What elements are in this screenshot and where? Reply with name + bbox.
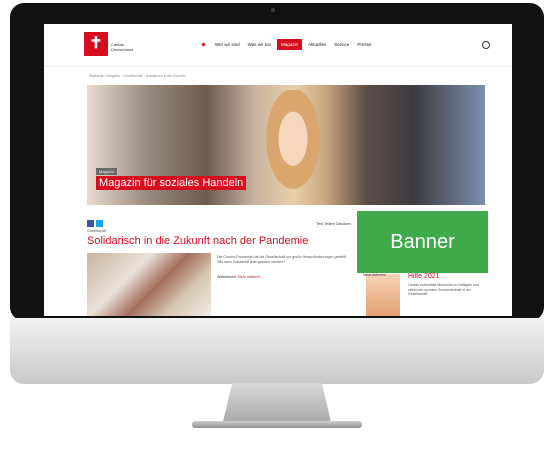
main-navigation: Wer wir sind Was wir tun Magazin Aktuell… (201, 39, 373, 50)
camera-icon (271, 8, 275, 12)
logo-line-2: Deutschland (111, 47, 134, 52)
nav-item-was-wir-tun[interactable]: Was wir tun (246, 40, 273, 49)
article-category: Gesellschaft (87, 229, 107, 233)
sidebar-label: Neue Aktionen (363, 273, 386, 277)
nav-item-aktuelles[interactable]: Aktuelles (306, 40, 328, 49)
twitter-icon[interactable] (96, 220, 103, 227)
nav-item-service[interactable]: Service (332, 40, 351, 49)
article-link-label[interactable]: Mehr erfahren (238, 275, 261, 279)
banner[interactable]: Banner (357, 211, 488, 273)
site-header: ✝ Caritas Deutschland Wer wir sind Was w… (44, 24, 512, 67)
article-image[interactable] (87, 253, 211, 316)
article-toolbar[interactable]: Text Teilen Drucken (316, 221, 351, 226)
hero-person-image (257, 90, 329, 205)
article-read-more-link[interactable]: Weiterlesen: Mehr erfahren (217, 275, 261, 279)
facebook-icon[interactable] (87, 220, 94, 227)
search-icon[interactable] (482, 41, 490, 49)
screen: ✝ Caritas Deutschland Wer wir sind Was w… (44, 24, 512, 316)
article-teaser: Die Corona-Pandemie hat die Gesellschaft… (217, 255, 347, 264)
nav-item-magazin[interactable]: Magazin (277, 39, 303, 50)
monitor-foot (192, 421, 362, 428)
nav-diamond-icon (201, 42, 206, 47)
hero-title[interactable]: Magazin für soziales Handeln (96, 176, 247, 190)
logo-icon[interactable]: ✝ (84, 32, 108, 56)
nav-item-wer-wir-sind[interactable]: Wer wir sind (213, 40, 242, 49)
nav-item-presse[interactable]: Presse (355, 40, 373, 49)
monitor-stand (222, 383, 332, 423)
sidebar-text: Caritas unterstützt Menschen in Notlagen… (408, 283, 480, 297)
hero-badge: Magazin (96, 168, 118, 175)
logo-text: Caritas Deutschland (111, 42, 133, 52)
sidebar-heading[interactable]: Hilfe 2021 (408, 273, 440, 280)
sidebar-thumbnail[interactable] (366, 274, 400, 316)
article-link-prefix: Weiterlesen: (217, 275, 237, 279)
monitor-chin (10, 318, 544, 384)
article-title[interactable]: Solidarisch in die Zukunft nach der Pand… (87, 235, 308, 247)
breadcrumb[interactable]: Startseite › Magazin › Gesellschaft › So… (89, 74, 185, 78)
